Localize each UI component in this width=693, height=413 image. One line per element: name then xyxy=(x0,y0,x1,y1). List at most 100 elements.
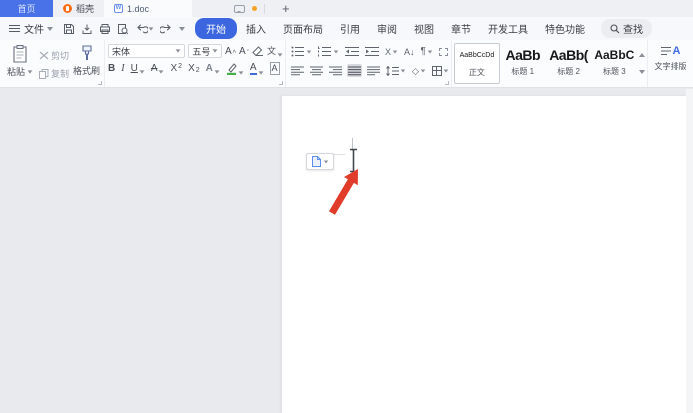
file-menu[interactable]: 文件 xyxy=(24,21,44,36)
bold-button[interactable]: B xyxy=(108,63,115,74)
copy-button[interactable]: 复制 xyxy=(39,67,69,80)
shrink-font-button[interactable]: Aˇ xyxy=(239,46,249,57)
chat-icon[interactable] xyxy=(234,4,246,13)
shading-button[interactable]: ◇ xyxy=(411,64,427,77)
cut-button[interactable]: 剪切 xyxy=(39,49,69,62)
numbering-button[interactable] xyxy=(317,45,340,58)
style-preview: AaBbCcDd xyxy=(459,52,495,59)
redo-button[interactable] xyxy=(160,23,173,34)
chevron-down-icon xyxy=(148,26,154,31)
font-color-button[interactable]: A xyxy=(249,62,264,75)
styles-scroll-down[interactable] xyxy=(639,69,646,74)
export-icon xyxy=(82,24,92,34)
ribbon-tab-page-layout[interactable]: 页面布局 xyxy=(275,19,331,38)
subscript-button[interactable]: X2 xyxy=(188,63,200,74)
style-normal[interactable]: AaBbCcDd 正文 xyxy=(454,43,500,84)
style-heading-1[interactable]: AaBb 标题 1 xyxy=(500,43,546,84)
ribbon-tab-references[interactable]: 引用 xyxy=(332,19,368,38)
clear-format-button[interactable] xyxy=(252,45,264,57)
styles-gallery: AaBbCcDd 正文 AaBb 标题 1 AaBb( 标题 2 AaBbC 标… xyxy=(452,40,648,87)
print-preview-button[interactable] xyxy=(117,23,129,35)
superscript-mark: 2 xyxy=(178,63,183,70)
tab-docer[interactable]: 稻壳 xyxy=(53,0,104,17)
find-label: 查找 xyxy=(623,25,643,36)
chevron-down-icon xyxy=(420,69,426,72)
align-right-button[interactable] xyxy=(328,64,343,77)
tab-document[interactable]: W 1.doc xyxy=(104,0,193,17)
bullets-button[interactable] xyxy=(290,45,313,58)
document-page[interactable] xyxy=(282,96,686,413)
sort-label: A↓ xyxy=(404,46,415,57)
font-family-select[interactable]: 宋体 xyxy=(108,44,186,58)
font-size-value: 五号 xyxy=(192,46,211,57)
customize-toolbar-chevron-icon[interactable] xyxy=(179,26,185,31)
highlight-button[interactable] xyxy=(226,62,244,75)
tab-bar-right: + xyxy=(234,0,300,17)
text-tool-button[interactable] xyxy=(438,45,449,58)
format-painter-button[interactable]: 格式刷 xyxy=(73,44,100,85)
font-group: 宋体 五号 A ^ Aˇ 文 B I U A X2 X 2 A A A xyxy=(105,40,286,87)
italic-button[interactable]: I xyxy=(121,63,124,74)
find-button[interactable]: 查找 xyxy=(601,19,652,38)
borders-button[interactable] xyxy=(431,64,450,77)
grow-font-button[interactable]: A ^ xyxy=(225,46,236,57)
asian-layout-button[interactable]: X xyxy=(384,45,399,58)
tab-home[interactable]: 首页 xyxy=(0,0,53,17)
ribbon-tab-dev-tools[interactable]: 开发工具 xyxy=(480,19,536,38)
phonetic-guide-button[interactable]: 文 xyxy=(267,46,283,57)
superscript-base: X xyxy=(170,63,178,74)
paste-button[interactable]: 粘贴 xyxy=(5,44,35,85)
flame-icon xyxy=(63,4,72,13)
ribbon-tab-review[interactable]: 审阅 xyxy=(369,19,405,38)
styles-scroll-up[interactable] xyxy=(639,53,646,58)
underline-button[interactable]: U xyxy=(131,63,145,74)
superscript-button[interactable]: X2 xyxy=(170,63,182,74)
ribbon-tab-view[interactable]: 视图 xyxy=(406,19,442,38)
char-shading-button[interactable]: A xyxy=(269,62,280,75)
font-size-select[interactable]: 五号 xyxy=(188,44,222,58)
sort-button[interactable]: A↓ xyxy=(403,45,416,58)
text-effects-button[interactable]: A xyxy=(206,63,220,74)
strikethrough-button[interactable]: A xyxy=(151,63,165,74)
strikethrough-label: A xyxy=(150,63,158,74)
format-painter-icon xyxy=(81,45,92,60)
font-color-label: A xyxy=(249,62,257,75)
save-button[interactable] xyxy=(63,23,75,35)
hamburger-icon xyxy=(9,25,20,32)
vertical-scrollbar[interactable] xyxy=(686,89,693,413)
chevron-down-icon xyxy=(212,49,218,53)
ribbon-tab-section[interactable]: 章节 xyxy=(443,19,479,38)
chevron-down-icon xyxy=(214,70,220,74)
text-layout-button[interactable]: A 文字排版 xyxy=(648,40,693,87)
ribbon-tab-insert[interactable]: 插入 xyxy=(238,19,274,38)
line-spacing-button[interactable] xyxy=(385,64,407,77)
increase-indent-button[interactable] xyxy=(364,45,380,58)
font-dialog-launcher[interactable] xyxy=(279,81,283,85)
justify-button[interactable] xyxy=(347,64,362,77)
ribbon-tab-home[interactable]: 开始 xyxy=(195,18,237,39)
style-heading-2[interactable]: AaBb( 标题 2 xyxy=(546,43,592,84)
style-heading-3[interactable]: AaBbC 标题 3 xyxy=(591,43,637,84)
clipboard-dialog-launcher[interactable] xyxy=(98,81,102,85)
export-pdf-button[interactable] xyxy=(81,23,93,35)
align-left-button[interactable] xyxy=(290,64,305,77)
undo-button[interactable] xyxy=(135,23,154,34)
red-arrow-annotation xyxy=(322,155,368,217)
increase-indent-icon xyxy=(365,47,379,56)
text-layout-a-icon: A xyxy=(672,45,681,57)
paste-label: 粘贴 xyxy=(6,67,25,77)
align-center-button[interactable] xyxy=(309,64,324,77)
paragraph-dialog-launcher[interactable] xyxy=(445,81,449,85)
decrease-indent-button[interactable] xyxy=(344,45,360,58)
show-marks-button[interactable]: ¶ xyxy=(420,45,434,58)
new-tab-button[interactable]: + xyxy=(272,1,300,16)
style-preview: AaBb( xyxy=(549,47,588,63)
ribbon-tab-special-features[interactable]: 特色功能 xyxy=(537,19,593,38)
quick-access-toolbar xyxy=(63,23,185,35)
search-icon xyxy=(610,23,620,33)
save-icon xyxy=(64,23,74,34)
print-button[interactable] xyxy=(99,23,111,35)
chevron-down-icon[interactable] xyxy=(47,26,53,31)
distribute-button[interactable] xyxy=(366,64,381,77)
ribbon-tab-strip: 开始 插入 页面布局 引用 审阅 视图 章节 开发工具 特色功能 xyxy=(195,18,593,39)
